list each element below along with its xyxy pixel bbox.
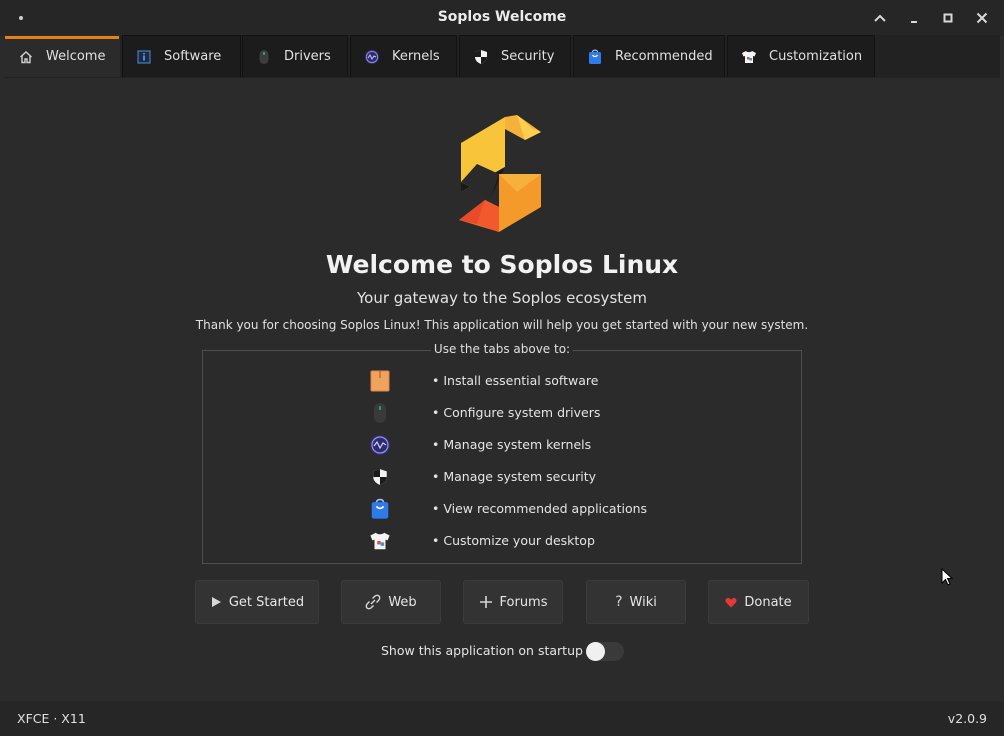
tab-bar: Welcome Software Drivers Kernels Securit… xyxy=(4,35,1000,78)
window-title: Soplos Welcome xyxy=(437,9,567,25)
shade-window-button[interactable] xyxy=(870,8,890,28)
donate-button[interactable]: Donate xyxy=(708,580,809,624)
tab-label: Software xyxy=(164,49,222,64)
kernel-icon xyxy=(364,49,380,65)
feature-item-customization: • Customize your desktop xyxy=(368,529,668,553)
status-bar: XFCE · X11 v2.0.9 xyxy=(0,701,1004,736)
tab-label: Customization xyxy=(769,49,863,64)
button-label: Donate xyxy=(744,594,792,610)
button-label: Get Started xyxy=(228,594,305,610)
tab-label: Recommended xyxy=(615,49,713,64)
feature-item-recommended: • View recommended applications xyxy=(368,497,668,521)
frame-title: Use the tabs above to: xyxy=(430,342,574,356)
maximize-window-button[interactable] xyxy=(938,8,958,28)
minimize-icon xyxy=(911,21,917,23)
button-label: Forums xyxy=(499,594,548,610)
info-icon xyxy=(136,49,152,65)
page-subtitle: Your gateway to the Soplos ecosystem xyxy=(357,289,647,307)
web-button[interactable]: Web xyxy=(341,580,441,624)
feature-item-security: • Manage system security xyxy=(368,465,668,489)
minimize-window-button[interactable] xyxy=(904,8,924,28)
play-icon xyxy=(210,596,222,608)
title-bar: Soplos Welcome xyxy=(0,0,1004,36)
startup-label: Show this application on startup xyxy=(381,643,583,658)
soplos-logo xyxy=(459,115,541,232)
shield-icon xyxy=(368,465,392,489)
close-window-button[interactable] xyxy=(972,8,992,28)
tshirt-icon xyxy=(368,529,392,553)
toggle-knob xyxy=(586,642,605,661)
store-bag-icon xyxy=(368,497,392,521)
link-icon xyxy=(365,594,381,610)
close-icon xyxy=(976,12,988,24)
chevron-up-icon xyxy=(874,14,886,22)
shield-icon xyxy=(473,49,489,65)
store-bag-icon xyxy=(587,49,603,65)
page-title: Welcome to Soplos Linux xyxy=(325,250,679,279)
feature-text: • Manage system kernels xyxy=(432,437,592,452)
tab-label: Security xyxy=(501,49,555,64)
button-label: Wiki xyxy=(629,594,657,610)
feature-text: • Configure system drivers xyxy=(432,405,601,420)
question-icon: ? xyxy=(615,594,623,610)
tab-security[interactable]: Security xyxy=(459,35,571,77)
tab-customization[interactable]: Customization xyxy=(727,35,875,77)
tab-kernels[interactable]: Kernels xyxy=(350,35,457,77)
intro-text: Thank you for choosing Soplos Linux! Thi… xyxy=(195,318,809,332)
feature-item-software: • Install essential software xyxy=(368,369,668,393)
plus-icon xyxy=(479,595,493,609)
session-info: XFCE · X11 xyxy=(17,711,86,726)
version-label: v2.0.9 xyxy=(947,711,987,726)
tab-label: Welcome xyxy=(46,49,106,64)
wiki-button[interactable]: ? Wiki xyxy=(586,580,686,624)
tab-label: Kernels xyxy=(392,49,440,64)
tab-drivers[interactable]: Drivers xyxy=(242,35,348,77)
package-icon xyxy=(368,369,392,393)
feature-item-drivers: • Configure system drivers xyxy=(368,401,668,425)
feature-text: • Install essential software xyxy=(432,373,599,388)
tshirt-icon xyxy=(741,49,757,65)
get-started-button[interactable]: Get Started xyxy=(195,580,319,624)
feature-text: • Manage system security xyxy=(432,469,597,484)
tab-software[interactable]: Software xyxy=(122,35,241,77)
home-icon xyxy=(18,49,34,65)
mouse-icon xyxy=(256,49,272,65)
mouse-icon xyxy=(368,401,392,425)
kernel-icon xyxy=(368,433,392,457)
tab-welcome[interactable]: Welcome xyxy=(4,35,120,77)
maximize-icon xyxy=(943,13,953,23)
startup-toggle[interactable] xyxy=(586,642,624,661)
feature-item-kernels: • Manage system kernels xyxy=(368,433,668,457)
button-label: Web xyxy=(388,594,417,610)
tab-label: Drivers xyxy=(284,49,331,64)
heart-icon xyxy=(725,597,737,608)
feature-text: • Customize your desktop xyxy=(432,533,595,548)
tab-recommended[interactable]: Recommended xyxy=(573,35,725,77)
feature-text: • View recommended applications xyxy=(432,501,648,516)
mouse-cursor-icon xyxy=(941,568,954,586)
forums-button[interactable]: Forums xyxy=(463,580,563,624)
